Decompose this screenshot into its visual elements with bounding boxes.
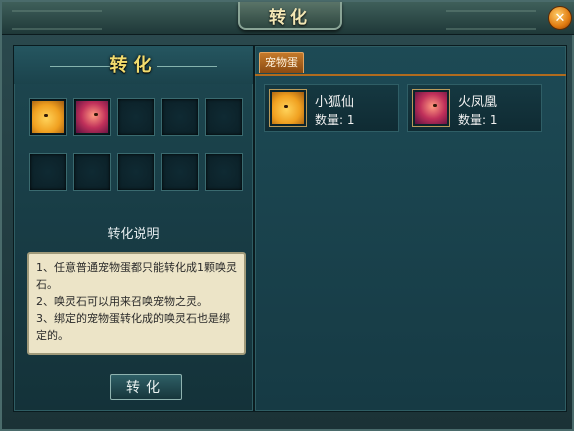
- fox-pet-icon: [272, 92, 304, 124]
- conversion-panel: 转化 转化说明 1、任意普通宠物蛋都只能转化成1颗唤灵石。 2、唤灵石可以用来召…: [13, 45, 254, 412]
- window-title-plate: 转化: [238, 2, 342, 30]
- pet-name: 小狐仙: [315, 95, 355, 110]
- description-line-3: 3、绑定的宠物蛋转化成的唤灵石也是绑定的。: [36, 312, 230, 342]
- conversion-panel-header: 转化: [14, 46, 253, 84]
- phoenix-pet-icon: [415, 92, 447, 124]
- pet-count-value: 1: [489, 113, 498, 127]
- pet-count: 数量: 1: [458, 111, 498, 128]
- phoenix-pet-icon: [76, 101, 108, 133]
- pet-card-icon-frame: [269, 89, 307, 127]
- egg-slot-8[interactable]: [117, 153, 155, 191]
- header-divider-right: [157, 66, 217, 67]
- pet-egg-tabbar: 宠物蛋: [255, 46, 566, 76]
- description-line-2: 2、唤灵石可以用来召唤宠物之灵。: [36, 295, 208, 308]
- tab-pet-egg[interactable]: 宠物蛋: [259, 52, 304, 73]
- description-title: 转化说明: [107, 227, 160, 242]
- egg-slot-7[interactable]: [73, 153, 111, 191]
- title-ornament-right: [446, 10, 536, 30]
- pet-name: 火凤凰: [458, 95, 498, 110]
- egg-slot-4[interactable]: [161, 98, 199, 136]
- description-line-1: 1、任意普通宠物蛋都只能转化成1颗唤灵石。: [36, 261, 237, 291]
- egg-slot-10[interactable]: [205, 153, 243, 191]
- pet-count: 数量: 1: [315, 111, 355, 128]
- egg-slot-6[interactable]: [29, 153, 67, 191]
- convert-button[interactable]: 转化: [110, 374, 182, 400]
- pet-card-fox[interactable]: 小狐仙 数量: 1: [264, 84, 399, 132]
- close-icon: ✕: [554, 10, 566, 26]
- pet-count-label: 数量:: [458, 113, 487, 127]
- close-button[interactable]: ✕: [548, 6, 572, 30]
- title-ornament-left: [12, 10, 102, 30]
- description-box: 1、任意普通宠物蛋都只能转化成1颗唤灵石。 2、唤灵石可以用来召唤宠物之灵。 3…: [27, 252, 246, 355]
- egg-slot-1[interactable]: [29, 98, 67, 136]
- pet-card-icon-frame: [412, 89, 450, 127]
- window-frame: 转化 ✕ 转化 转化说明 1、任意普通宠物蛋都只能转化成1颗唤灵石。 2、唤灵石…: [0, 0, 574, 431]
- egg-slot-5[interactable]: [205, 98, 243, 136]
- pet-count-label: 数量:: [315, 113, 344, 127]
- egg-slot-9[interactable]: [161, 153, 199, 191]
- egg-slot-2[interactable]: [73, 98, 111, 136]
- pet-egg-panel: 宠物蛋 小狐仙 数量: 1 火凤凰 数量: 1: [254, 45, 567, 412]
- egg-slot-3[interactable]: [117, 98, 155, 136]
- fox-pet-icon: [32, 101, 64, 133]
- pet-card-phoenix[interactable]: 火凤凰 数量: 1: [407, 84, 542, 132]
- window-title: 转化: [269, 7, 311, 28]
- pet-count-value: 1: [346, 113, 355, 127]
- conversion-panel-title: 转化: [109, 55, 158, 76]
